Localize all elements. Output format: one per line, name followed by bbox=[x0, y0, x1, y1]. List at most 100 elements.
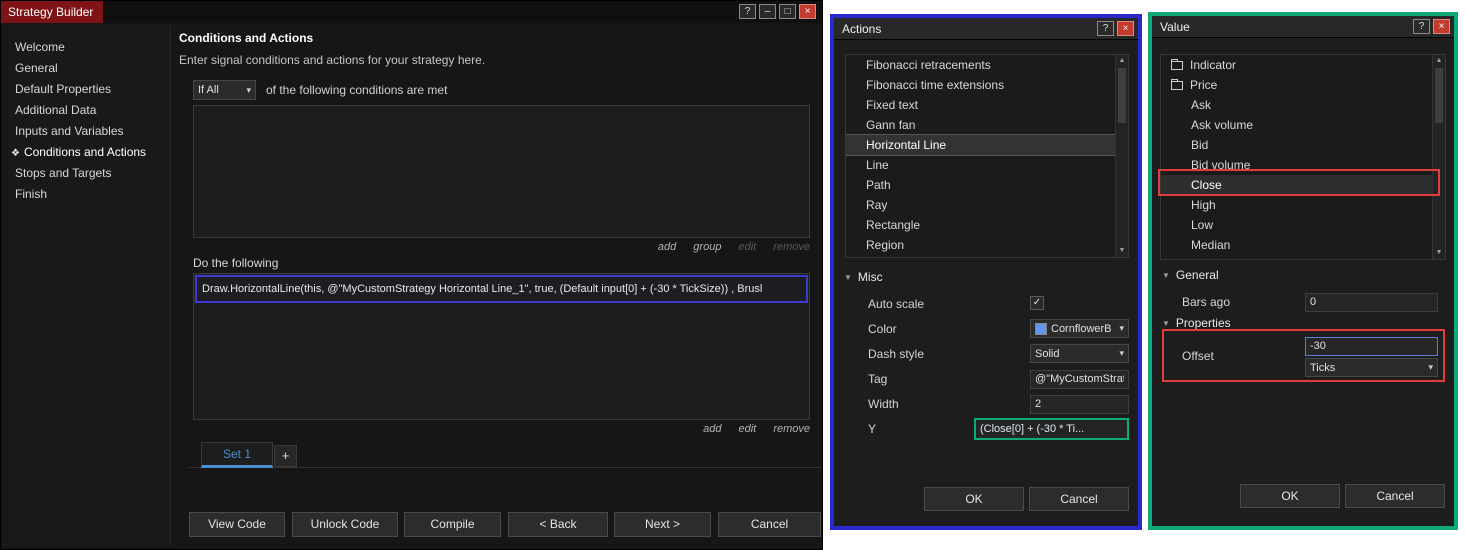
y-label: Y bbox=[868, 422, 877, 436]
do-following-label: Do the following bbox=[193, 256, 279, 270]
close-icon[interactable]: × bbox=[799, 4, 816, 19]
chevron-down-icon: ▾ bbox=[246, 84, 251, 95]
list-item[interactable]: Fibonacci time extensions bbox=[846, 75, 1128, 95]
tree-item-label: Indicator bbox=[1190, 58, 1237, 72]
dash-style-dropdown[interactable]: Solid ▾ bbox=[1030, 344, 1129, 363]
scrollbar[interactable]: ▲ ▼ bbox=[1432, 55, 1445, 259]
offset-field[interactable] bbox=[1305, 336, 1438, 356]
scroll-down-icon[interactable]: ▼ bbox=[1116, 245, 1128, 257]
tree-item-price[interactable]: Price bbox=[1161, 75, 1445, 95]
help-icon[interactable]: ? bbox=[739, 4, 756, 19]
tree-item-close[interactable]: Close bbox=[1161, 175, 1445, 195]
group-condition-link[interactable]: group bbox=[693, 241, 721, 253]
action-row-draw-horizontal-line[interactable]: Draw.HorizontalLine(this, @"MyCustomStra… bbox=[195, 275, 808, 303]
scrollbar[interactable]: ▲ ▼ bbox=[1115, 55, 1128, 257]
cancel-button[interactable]: Cancel bbox=[1345, 484, 1445, 508]
maximize-icon[interactable]: □ bbox=[779, 4, 796, 19]
title-bar: Strategy Builder ? – □ × bbox=[1, 1, 822, 23]
value-title-bar: Value ? × bbox=[1152, 16, 1454, 38]
close-icon[interactable]: × bbox=[1117, 21, 1134, 36]
sidebar-item-label: Welcome bbox=[15, 40, 65, 54]
tag-label: Tag bbox=[868, 372, 888, 386]
add-condition-link[interactable]: add bbox=[658, 241, 676, 253]
list-item[interactable]: Gann fan bbox=[846, 115, 1128, 135]
list-item[interactable]: Path bbox=[846, 175, 1128, 195]
tree-item-indicator[interactable]: Indicator bbox=[1161, 55, 1445, 75]
sidebar-item-finish[interactable]: Finish bbox=[3, 184, 170, 205]
scroll-thumb[interactable] bbox=[1435, 68, 1443, 123]
misc-section-label: Misc bbox=[857, 270, 883, 284]
cancel-button[interactable]: Cancel bbox=[718, 512, 821, 537]
tag-field[interactable] bbox=[1030, 369, 1129, 389]
action-type-list[interactable]: Fibonacci retracements Fibonacci time ex… bbox=[845, 54, 1129, 258]
help-icon[interactable]: ? bbox=[1413, 19, 1430, 34]
value-tree[interactable]: Indicator Price Ask Ask volume Bid Bid v… bbox=[1160, 54, 1446, 260]
list-item[interactable]: Rectangle bbox=[846, 215, 1128, 235]
value-dialog: Value ? × Indicator Price Ask Ask volume… bbox=[1148, 12, 1458, 530]
add-set-button[interactable]: + bbox=[274, 445, 297, 467]
conditions-list[interactable] bbox=[193, 105, 810, 238]
minimize-icon[interactable]: – bbox=[759, 4, 776, 19]
list-item-horizontal-line[interactable]: Horizontal Line bbox=[846, 134, 1128, 156]
list-item[interactable]: Fibonacci retracements bbox=[846, 55, 1128, 75]
tree-item-ask[interactable]: Ask bbox=[1161, 95, 1445, 115]
actions-list[interactable]: Draw.HorizontalLine(this, @"MyCustomStra… bbox=[193, 273, 810, 420]
list-item[interactable]: Line bbox=[846, 155, 1128, 175]
sidebar-item-label: General bbox=[15, 61, 58, 75]
offset-unit-dropdown[interactable]: Ticks ▾ bbox=[1305, 358, 1438, 377]
sidebar-item-label: Stops and Targets bbox=[15, 166, 112, 180]
list-item[interactable]: Region bbox=[846, 235, 1128, 255]
compile-button[interactable]: Compile bbox=[404, 512, 501, 537]
scroll-thumb[interactable] bbox=[1118, 68, 1126, 123]
tree-item-ask-volume[interactable]: Ask volume bbox=[1161, 115, 1445, 135]
sidebar-item-additional-data[interactable]: Additional Data bbox=[3, 100, 170, 121]
general-section-header[interactable]: ▼ General bbox=[1162, 268, 1219, 282]
edit-action-link[interactable]: edit bbox=[739, 423, 757, 435]
scroll-up-icon[interactable]: ▲ bbox=[1433, 55, 1445, 67]
y-value-field[interactable]: (Close[0] + (-30 * Ti... bbox=[974, 418, 1129, 440]
tree-item-bid-volume[interactable]: Bid volume bbox=[1161, 155, 1445, 175]
back-button[interactable]: < Back bbox=[508, 512, 608, 537]
tree-item-high[interactable]: High bbox=[1161, 195, 1445, 215]
sidebar-item-conditions-and-actions[interactable]: ❖ Conditions and Actions bbox=[3, 142, 170, 163]
color-value: CornflowerB bbox=[1051, 322, 1112, 335]
tag-field-wrap bbox=[1030, 369, 1129, 389]
tree-item-low[interactable]: Low bbox=[1161, 215, 1445, 235]
sidebar-item-welcome[interactable]: Welcome bbox=[3, 37, 170, 58]
value-dialog-title: Value bbox=[1160, 20, 1190, 34]
ok-button[interactable]: OK bbox=[924, 487, 1024, 511]
page-title: Conditions and Actions bbox=[179, 31, 314, 45]
bars-ago-field[interactable] bbox=[1305, 292, 1438, 312]
scroll-up-icon[interactable]: ▲ bbox=[1116, 55, 1128, 67]
ok-button[interactable]: OK bbox=[1240, 484, 1340, 508]
condition-mode-dropdown[interactable]: If All ▾ bbox=[193, 80, 256, 100]
auto-scale-checkbox[interactable]: ✓ bbox=[1030, 296, 1046, 312]
add-action-link[interactable]: add bbox=[703, 423, 721, 435]
tab-set-1[interactable]: Set 1 bbox=[201, 442, 273, 468]
cancel-button[interactable]: Cancel bbox=[1029, 487, 1129, 511]
sidebar-item-stops-and-targets[interactable]: Stops and Targets bbox=[3, 163, 170, 184]
tree-item-median[interactable]: Median bbox=[1161, 235, 1445, 255]
sidebar-item-inputs-and-variables[interactable]: Inputs and Variables bbox=[3, 121, 170, 142]
check-icon: ✓ bbox=[1032, 297, 1042, 308]
view-code-button[interactable]: View Code bbox=[189, 512, 285, 537]
tree-item-bid[interactable]: Bid bbox=[1161, 135, 1445, 155]
misc-section-header[interactable]: ▼ Misc bbox=[844, 270, 883, 284]
sidebar-item-default-properties[interactable]: Default Properties bbox=[3, 79, 170, 100]
list-item[interactable]: Ray bbox=[846, 195, 1128, 215]
sidebar-item-general[interactable]: General bbox=[3, 58, 170, 79]
help-icon[interactable]: ? bbox=[1097, 21, 1114, 36]
next-button[interactable]: Next > bbox=[614, 512, 711, 537]
color-dropdown[interactable]: CornflowerB ▾ bbox=[1030, 319, 1129, 338]
chevron-down-icon: ▾ bbox=[1428, 362, 1433, 372]
folder-icon bbox=[1171, 59, 1183, 71]
scroll-down-icon[interactable]: ▼ bbox=[1433, 247, 1445, 259]
width-field[interactable] bbox=[1030, 394, 1129, 414]
properties-section-label: Properties bbox=[1175, 316, 1231, 330]
list-item[interactable]: Fixed text bbox=[846, 95, 1128, 115]
unlock-code-button[interactable]: Unlock Code bbox=[292, 512, 398, 537]
properties-section-header[interactable]: ▼ Properties bbox=[1162, 316, 1231, 330]
close-icon[interactable]: × bbox=[1433, 19, 1450, 34]
dash-style-value: Solid bbox=[1035, 347, 1060, 360]
remove-action-link[interactable]: remove bbox=[773, 423, 810, 435]
